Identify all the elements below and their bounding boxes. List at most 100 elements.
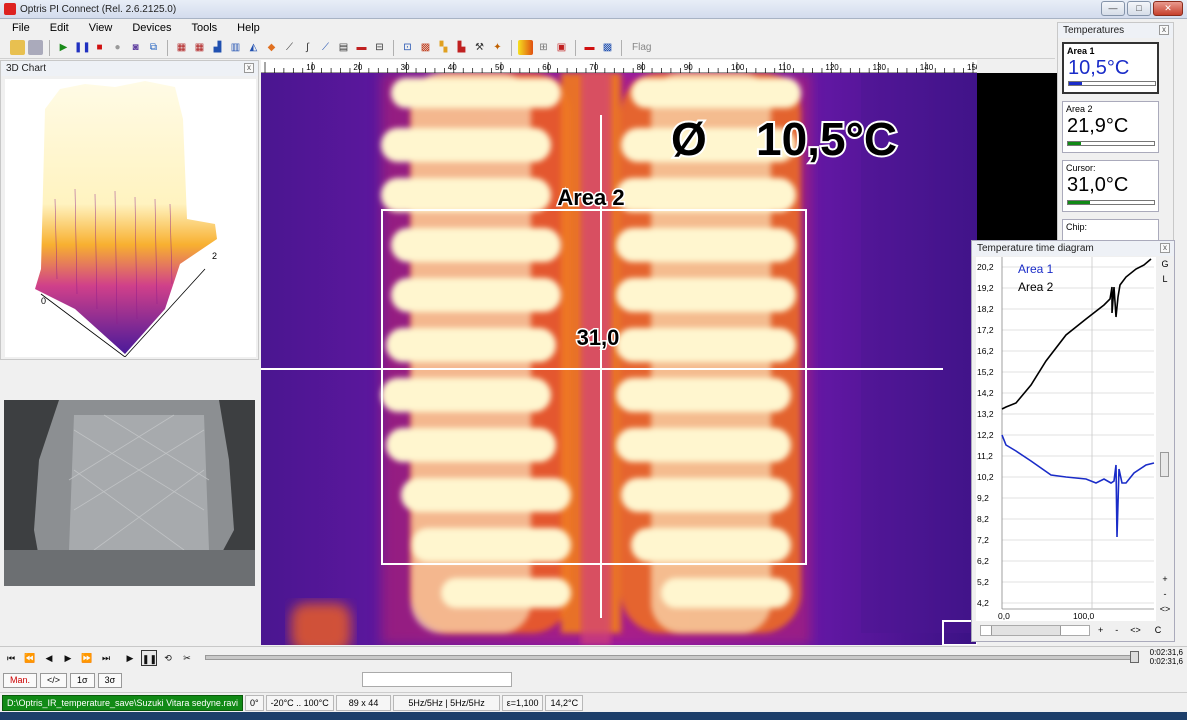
3d-axis-label: 2	[212, 251, 217, 261]
play-icon[interactable]: ▶	[122, 650, 138, 666]
horizontal-scrollbar[interactable]	[980, 624, 1090, 636]
maximize-button[interactable]: □	[1127, 1, 1151, 16]
temp-box-area-2[interactable]: Area 2 21,9°C	[1062, 101, 1159, 153]
close-button[interactable]: ✕	[1153, 1, 1183, 16]
menu-tools[interactable]: Tools	[179, 22, 225, 34]
emissivity-status: ε=1,100	[501, 694, 544, 711]
menu-view[interactable]: View	[77, 22, 121, 34]
measure-icon[interactable]: ⊟	[372, 40, 387, 55]
fast-rewind-icon[interactable]: ⏪	[22, 650, 38, 666]
menu-edit[interactable]: Edit	[38, 22, 77, 34]
black-frame-edge	[977, 73, 1057, 243]
last-frame-icon[interactable]: ⏭	[98, 650, 114, 666]
diagram-side-buttons: G L + - <>	[1156, 257, 1174, 637]
record-icon[interactable]: ●	[110, 40, 125, 55]
ruler-label: 150	[967, 63, 977, 72]
profile-icon[interactable]: ∫	[300, 40, 315, 55]
layout-icon[interactable]: ⊞	[536, 40, 551, 55]
vertical-scrollbar[interactable]	[1156, 287, 1174, 482]
seek-bar[interactable]	[205, 651, 1139, 663]
loop-icon[interactable]: ⟲	[160, 650, 176, 666]
histogram-icon[interactable]: ▟	[210, 40, 225, 55]
zoom-out-button[interactable]: -	[1156, 587, 1174, 602]
manual-scale-button[interactable]: Man.	[3, 672, 38, 688]
zoom-in-x-button[interactable]: +	[1098, 625, 1103, 635]
menu-file[interactable]: File	[0, 22, 38, 34]
close-icon[interactable]: x	[244, 63, 254, 73]
y-tick-label: 6,2	[977, 556, 989, 566]
palette-icon[interactable]: ◆	[264, 40, 279, 55]
step-forward-icon[interactable]: ▶	[60, 650, 76, 666]
sigma1-button[interactable]: 1σ	[70, 672, 95, 688]
stop-icon[interactable]: ■	[92, 40, 107, 55]
scrollbar-thumb[interactable]	[1160, 452, 1169, 477]
palette-bar-icon[interactable]	[518, 40, 533, 55]
copy-icon[interactable]: ⧉	[146, 40, 161, 55]
snapshot-icon[interactable]: ▣	[554, 40, 569, 55]
flag-button[interactable]: Flag	[632, 42, 651, 53]
clear-button[interactable]: C	[1155, 625, 1162, 635]
step-back-icon[interactable]: ◀	[41, 650, 57, 666]
alarm-alt-icon[interactable]: ▩	[600, 40, 615, 55]
temp-bar-fill	[1068, 201, 1090, 204]
first-frame-icon[interactable]: ⏮	[3, 650, 19, 666]
x-tick-label: 100,0	[1073, 611, 1095, 621]
minimize-button[interactable]: —	[1101, 1, 1125, 16]
toolbar: ▶ ❚❚ ■ ● ◙ ⧉ ▦ ▦ ▟ ▥ ◭ ◆ ⟋ ∫ ⟋ ▤ ▬ ⊟ ⊡ ▩…	[0, 37, 1055, 59]
fit-window-icon[interactable]: ⊡	[400, 40, 415, 55]
grid-alt-icon[interactable]: ▦	[192, 40, 207, 55]
close-icon[interactable]: x	[1160, 243, 1170, 253]
alarm-icon[interactable]: ▬	[582, 40, 597, 55]
legend-area-2: Area 2	[1018, 280, 1054, 294]
scrollbar-thumb[interactable]	[991, 625, 1061, 635]
open-folder-icon[interactable]	[10, 40, 25, 55]
fit-button[interactable]: <>	[1156, 602, 1174, 617]
config-icon[interactable]: ✦	[490, 40, 505, 55]
line-chart-icon[interactable]: ⟋	[282, 40, 297, 55]
fast-forward-icon[interactable]: ⏩	[79, 650, 95, 666]
seat-photo	[4, 400, 255, 586]
grid-icon[interactable]: ▦	[174, 40, 189, 55]
trend-icon[interactable]: ⟋	[318, 40, 333, 55]
minmax-scale-button[interactable]: </>	[40, 672, 68, 688]
tools-icon[interactable]: ⚒	[472, 40, 487, 55]
ambient-temperature-status: 14,2°C	[545, 694, 584, 711]
camera-icon[interactable]: ◙	[128, 40, 143, 55]
zoom-icon[interactable]: ▩	[418, 40, 433, 55]
bar-chart-icon[interactable]: ▥	[228, 40, 243, 55]
sigma3-button[interactable]: 3σ	[97, 672, 123, 688]
save-icon[interactable]	[28, 40, 43, 55]
side-button-l[interactable]: L	[1156, 272, 1174, 287]
3d-chart-view[interactable]: 0 2	[5, 79, 256, 357]
toolbar-separator	[575, 39, 576, 56]
cut-icon[interactable]: ✂	[179, 650, 195, 666]
thermal-image[interactable]: Area 2 31,0 Ø 10,5°C	[261, 73, 977, 645]
3d-icon[interactable]: ◭	[246, 40, 261, 55]
pause-icon[interactable]: ❚❚	[141, 649, 157, 666]
y-tick-label: 8,2	[977, 514, 989, 524]
ruler-icon[interactable]: ▬	[354, 40, 369, 55]
color-scale-icon[interactable]: ▚	[436, 40, 451, 55]
seek-thumb[interactable]	[1130, 651, 1139, 663]
zoom-in-button[interactable]: +	[1156, 572, 1174, 587]
zoom-out-x-button[interactable]: -	[1115, 625, 1118, 635]
isotherm-icon[interactable]: ▙	[454, 40, 469, 55]
pause-icon[interactable]: ❚❚	[74, 40, 91, 55]
ruler-label: 50	[495, 63, 504, 72]
table-icon[interactable]: ▤	[336, 40, 351, 55]
temp-label: Area 2	[1066, 104, 1093, 114]
3d-axis-label: 0	[41, 296, 46, 306]
temp-box-area-1[interactable]: Area 1 10,5°C	[1062, 42, 1159, 94]
menu-bar: File Edit View Devices Tools Help	[0, 19, 1055, 37]
time-plot[interactable]: 20,2 19,2 18,2 17,2 16,2 15,2 14,2 13,2 12,2 11,2…	[976, 257, 1156, 621]
fit-x-button[interactable]: <>	[1130, 625, 1141, 635]
temp-bar	[1067, 200, 1155, 205]
side-button-g[interactable]: G	[1156, 257, 1174, 272]
frame-rate-status: 5Hz/5Hz | 5Hz/5Hz	[393, 694, 500, 711]
menu-help[interactable]: Help	[225, 22, 268, 34]
menu-devices[interactable]: Devices	[120, 22, 179, 34]
close-icon[interactable]: x	[1159, 25, 1169, 35]
temp-box-cursor[interactable]: Cursor: 31,0°C	[1062, 160, 1159, 212]
play-icon[interactable]: ▶	[56, 40, 71, 55]
range-slider[interactable]	[362, 672, 512, 687]
